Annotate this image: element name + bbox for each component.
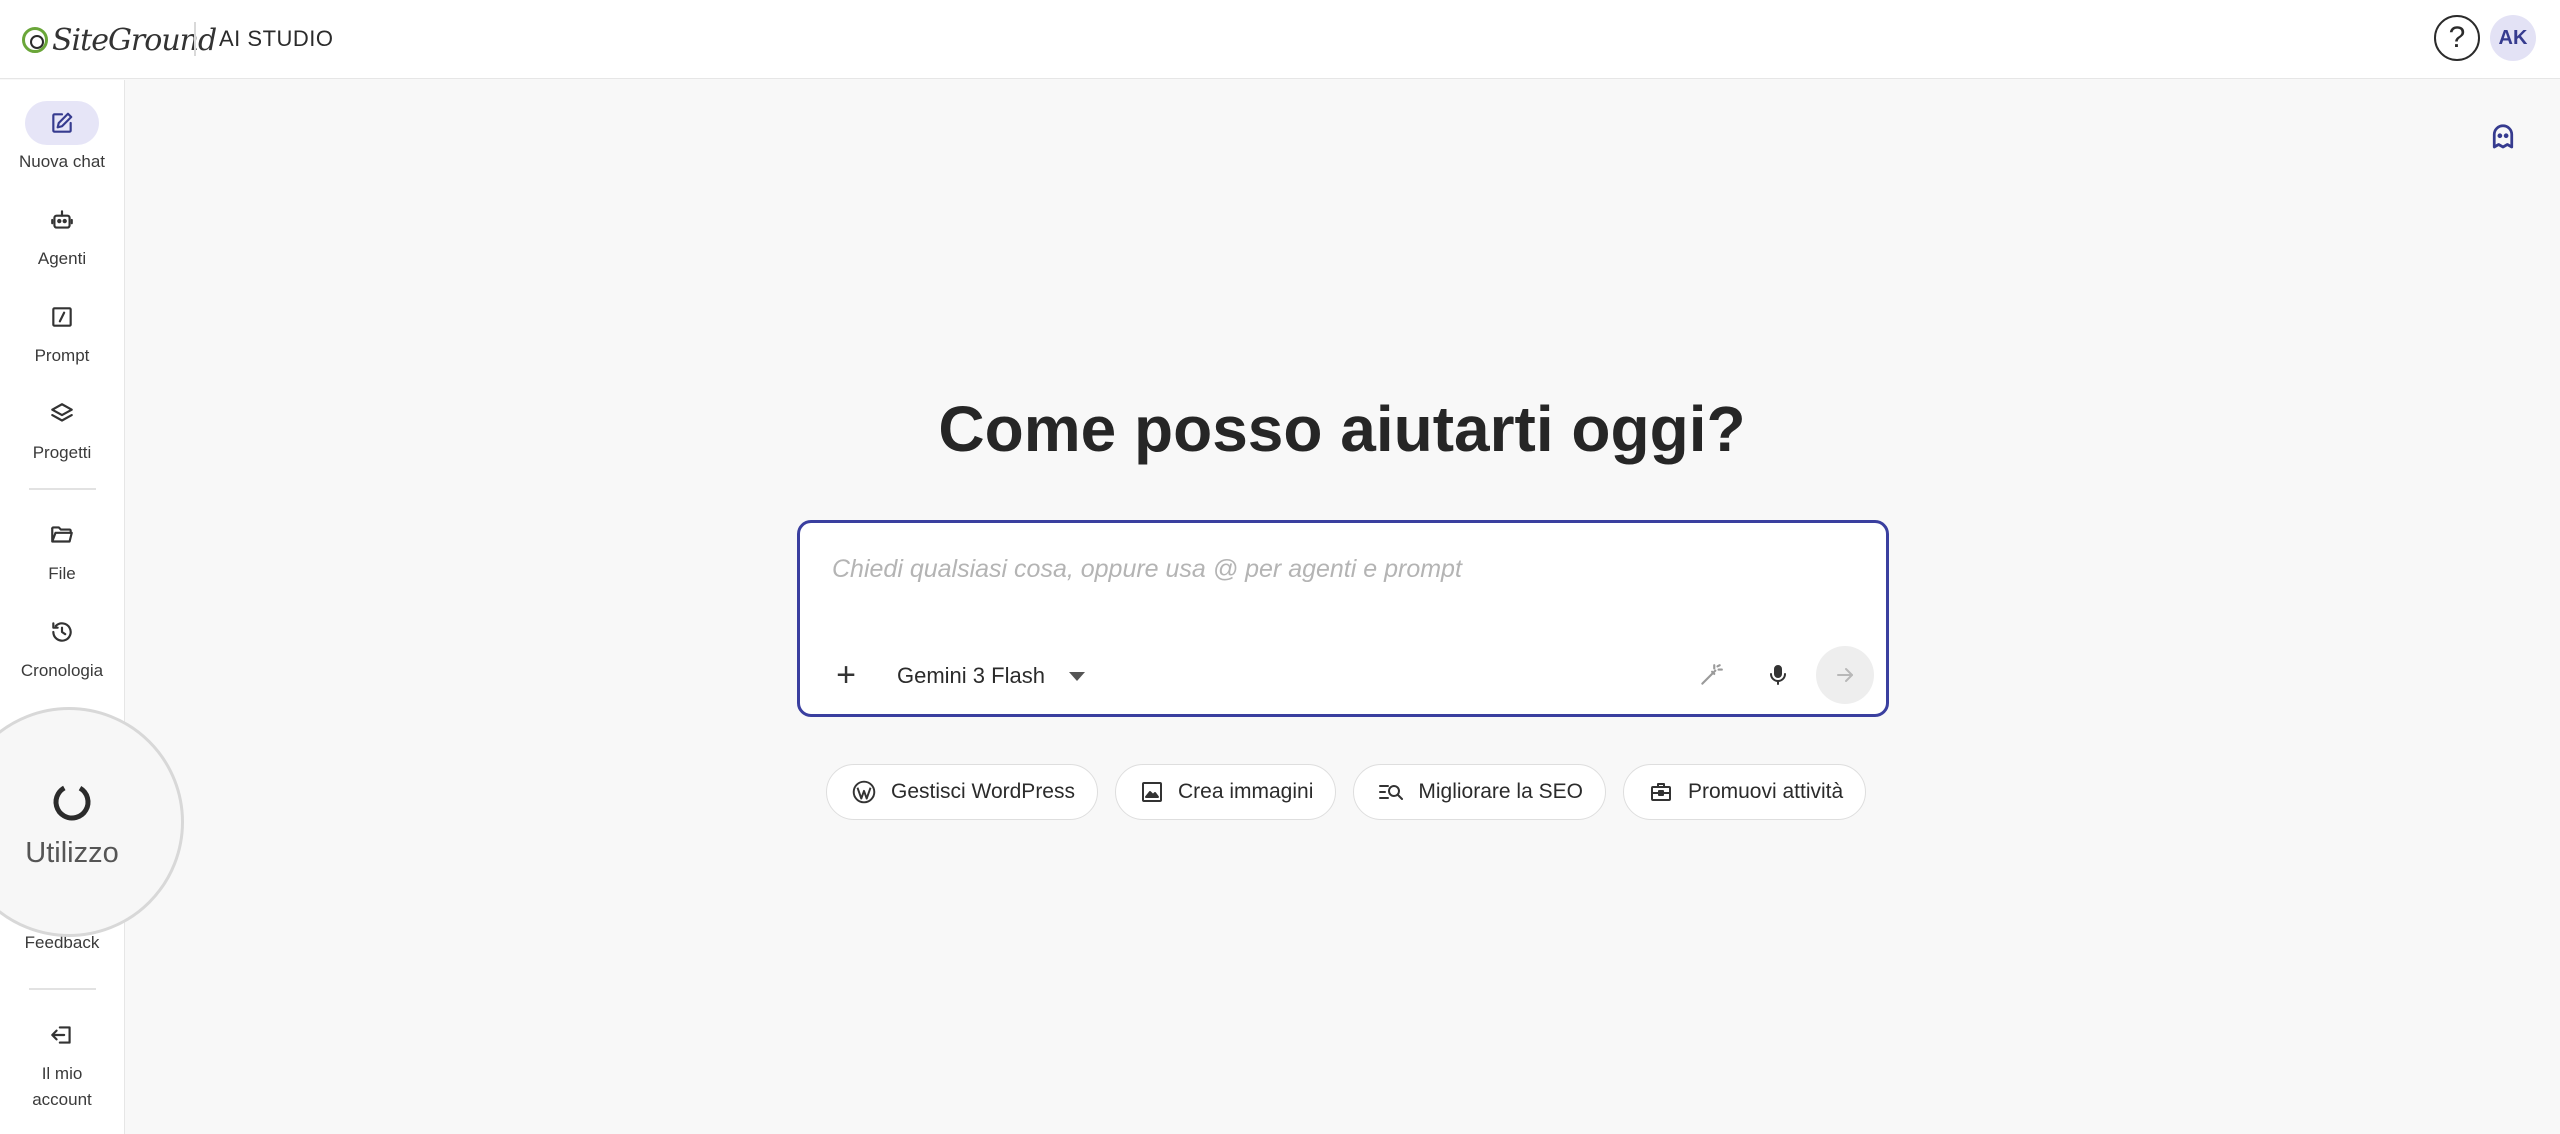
chip-label: Crea immagini — [1178, 780, 1314, 803]
user-avatar[interactable]: AK — [2490, 15, 2536, 61]
sidebar-item-prompt[interactable]: Prompt — [0, 295, 124, 369]
suggestion-chips: Gestisci WordPress Crea immagini Miglior… — [826, 764, 1867, 820]
sidebar-item-label: Nuova chat — [19, 152, 105, 171]
sidebar-divider — [29, 488, 96, 490]
sidebar-item-label: Prompt — [34, 346, 90, 365]
help-button[interactable]: ? — [2434, 15, 2480, 61]
seo-search-icon — [1379, 785, 1404, 800]
page-title: Come posso aiutarti oggi? — [938, 393, 1746, 465]
chat-composer: + Gemini 3 Flash — [797, 520, 1889, 717]
usage-widget[interactable]: Utilizzo — [0, 707, 184, 937]
suggestion-chip-wordpress[interactable]: Gestisci WordPress — [826, 764, 1098, 820]
siteground-logo[interactable]: SiteGround — [22, 20, 217, 60]
plus-icon: + — [836, 655, 856, 694]
arrow-right-icon — [1837, 668, 1853, 682]
voice-input-button[interactable] — [1760, 657, 1796, 693]
add-attachment-button[interactable]: + — [828, 655, 864, 694]
magic-wand-icon — [1701, 664, 1723, 685]
brand-name: SiteGround — [52, 22, 217, 58]
history-icon — [25, 610, 99, 654]
wordpress-icon — [852, 780, 876, 804]
robot-icon — [25, 198, 99, 242]
sidebar: Nuova chat Agenti Prompt Progetti File C… — [0, 80, 125, 1134]
logout-icon — [25, 1013, 99, 1057]
siteground-logo-mark — [22, 27, 48, 53]
send-button[interactable] — [1816, 646, 1874, 704]
enhance-prompt-button[interactable] — [1693, 657, 1729, 693]
header-divider — [194, 22, 196, 56]
caret-down-icon — [1068, 671, 1085, 681]
usage-ring-icon — [53, 782, 91, 820]
suggestion-chip-seo[interactable]: Migliorare la SEO — [1353, 764, 1606, 820]
sidebar-item-label: Progetti — [32, 443, 92, 462]
chip-label: Migliorare la SEO — [1418, 780, 1583, 803]
sidebar-item-new-chat[interactable]: Nuova chat — [0, 101, 124, 175]
sidebar-item-files[interactable]: File — [0, 513, 124, 587]
sidebar-item-label: File — [48, 564, 76, 583]
edit-icon — [25, 101, 99, 145]
suggestion-chip-promote[interactable]: Promuovi attività — [1622, 764, 1867, 820]
chip-label: Promuovi attività — [1687, 780, 1844, 803]
briefcase-icon — [1650, 783, 1671, 801]
folder-icon — [25, 513, 99, 557]
sidebar-item-projects[interactable]: Progetti — [0, 392, 124, 466]
top-bar: SiteGround AI STUDIO ? AK — [0, 0, 2560, 79]
sidebar-item-label: Agenti — [37, 249, 87, 268]
layers-icon — [25, 392, 99, 436]
chat-input[interactable] — [832, 555, 1832, 584]
usage-label: Utilizzo — [25, 836, 119, 869]
microphone-icon — [1770, 665, 1786, 685]
sidebar-item-agents[interactable]: Agenti — [0, 198, 124, 272]
model-selector-value: Gemini 3 Flash — [897, 663, 1045, 688]
prompt-icon — [25, 295, 99, 339]
sidebar-item-my-account[interactable]: Il mio account — [0, 1013, 124, 1113]
sidebar-divider — [29, 988, 96, 990]
chip-label: Gestisci WordPress — [891, 780, 1075, 803]
sidebar-item-history[interactable]: Cronologia — [0, 610, 124, 684]
sidebar-item-label: Cronologia — [20, 661, 104, 680]
product-title: AI STUDIO — [219, 26, 334, 51]
help-icon: ? — [2448, 21, 2466, 54]
sidebar-item-label: Il mio account — [32, 1064, 92, 1109]
model-selector[interactable]: Gemini 3 Flash — [897, 660, 1085, 692]
incognito-ghost-icon[interactable] — [2486, 120, 2520, 154]
image-icon — [1142, 782, 1162, 802]
suggestion-chip-images[interactable]: Crea immagini — [1115, 764, 1337, 820]
